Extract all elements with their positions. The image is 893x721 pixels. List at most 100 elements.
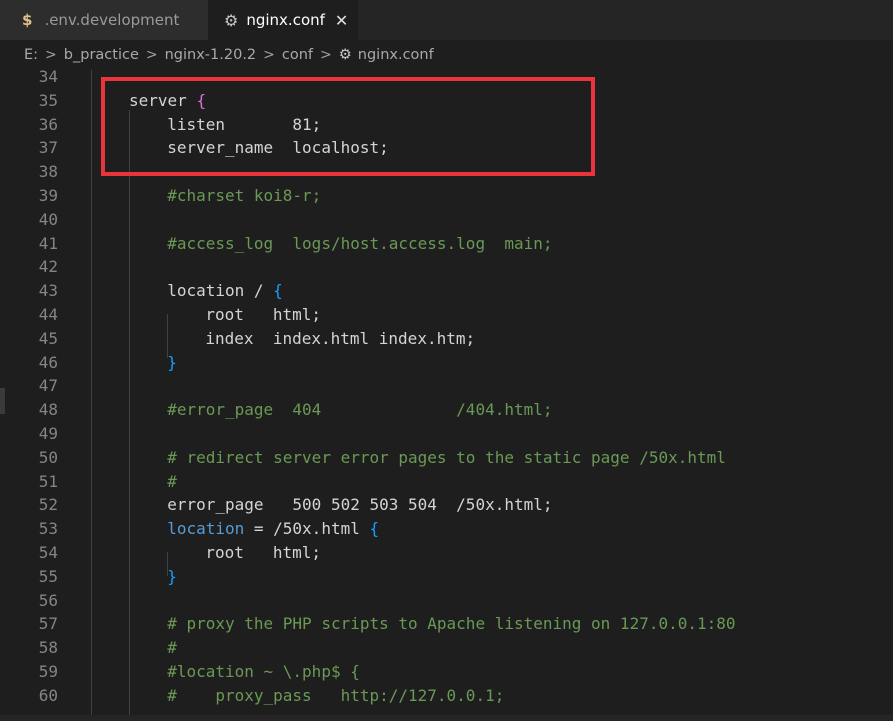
code-line[interactable]: 56 (0, 589, 893, 613)
line-code: #charset koi8-r; (167, 184, 321, 208)
line-code: # redirect server error pages to the sta… (167, 446, 726, 470)
line-number: 44 (38, 305, 58, 324)
code-token: #location ~ \.php$ { (167, 662, 360, 681)
code-line[interactable]: 39 #charset koi8-r; (0, 184, 893, 208)
line-number: 42 (38, 257, 58, 277)
line-number: 36 (38, 114, 58, 134)
line-number: 55 (38, 566, 58, 586)
breadcrumb-item-conf[interactable]: conf (282, 47, 313, 63)
code-line[interactable]: 40 (0, 208, 893, 232)
code-token: root html; (205, 543, 321, 562)
code-line[interactable]: 57 # proxy the PHP scripts to Apache list… (0, 612, 893, 636)
chevron-right-icon: > (320, 47, 332, 63)
line-code: index index.html index.htm; (205, 327, 475, 351)
line-number: 60 (38, 685, 58, 705)
line-number: 58 (38, 638, 58, 658)
line-number: 41 (38, 233, 58, 253)
code-line[interactable]: 45 index index.html index.htm; (0, 327, 893, 351)
code-token: index index.html index.htm; (205, 328, 476, 348)
line-code: location = /50x.html { (167, 517, 379, 541)
code-token: { (273, 281, 283, 301)
tab-nginx-conf[interactable]: ⚙ nginx.conf ✕ (208, 0, 358, 40)
tab-label: nginx.conf (246, 11, 325, 29)
line-number: 51 (38, 471, 58, 491)
status-bar (0, 715, 893, 721)
line-number: 48 (38, 400, 58, 420)
line-code: error_page 500 502 503 504 /50x.html; (167, 493, 552, 517)
line-code: } (167, 565, 177, 589)
code-token: = /50x.html (244, 519, 370, 539)
line-code: # proxy the PHP scripts to Apache listen… (167, 612, 735, 636)
line-number: 52 (38, 495, 58, 515)
line-code: # (167, 636, 177, 660)
breadcrumb-item-drive[interactable]: E: (24, 47, 38, 63)
line-number: 49 (38, 424, 58, 443)
line-code: root html; (205, 303, 321, 327)
tab-label: .env.development (44, 11, 180, 29)
line-code: root html; (205, 541, 321, 565)
code-line[interactable]: 42 (0, 255, 893, 279)
breadcrumb-item-b-practice[interactable]: b_practice (64, 47, 139, 63)
code-line[interactable]: 43 location / { (0, 279, 893, 303)
line-code: #access_log logs/host.access.log main; (167, 232, 552, 256)
code-token: { (369, 519, 380, 539)
code-token: # proxy_pass http://127.0.0.1; (167, 685, 505, 705)
code-token: # (167, 471, 177, 491)
line-code: location / { (167, 279, 283, 303)
code-token: } (167, 352, 177, 372)
breadcrumb-item-file[interactable]: nginx.conf (358, 47, 434, 63)
breadcrumb-item-nginx[interactable]: nginx-1.20.2 (165, 47, 257, 63)
chevron-right-icon: > (145, 47, 158, 63)
chevron-right-icon: > (263, 47, 275, 63)
line-code: } (167, 351, 177, 375)
code-line[interactable]: 44 root html; (0, 303, 893, 327)
line-number: 59 (38, 662, 58, 681)
code-line[interactable]: 50 # redirect server error pages to the s… (0, 446, 893, 470)
code-line[interactable]: 54 root html; (0, 541, 893, 565)
code-token: #charset koi8-r; (167, 186, 322, 205)
code-token: #access_log logs/host.access.log main; (167, 233, 553, 253)
code-token: error_page 500 502 503 504 /50x.html; (167, 495, 553, 515)
breadcrumb: E: > b_practice > nginx-1.20.2 > conf > … (0, 40, 893, 70)
line-code: #location ~ \.php$ { (167, 660, 360, 684)
tab-bar: $ .env.development ⚙ nginx.conf ✕ (0, 0, 893, 40)
code-line[interactable]: 48 #error_page 404 /404.html; (0, 398, 893, 422)
line-number: 47 (38, 376, 58, 396)
line-number: 40 (38, 209, 58, 229)
line-number: 43 (38, 281, 58, 301)
line-code: # (167, 470, 177, 494)
code-token: location / (167, 281, 274, 301)
code-line[interactable]: 59 #location ~ \.php$ { (0, 660, 893, 684)
code-token: root html; (205, 305, 321, 324)
gear-icon: ⚙ (338, 47, 352, 63)
line-code: #error_page 404 /404.html; (167, 398, 552, 422)
dollar-icon: $ (22, 11, 33, 29)
code-token: #error_page 404 /404.html; (167, 400, 553, 420)
chevron-right-icon: > (45, 47, 57, 63)
code-line[interactable]: 49 (0, 422, 893, 446)
code-line[interactable]: 51 # (0, 470, 893, 494)
gear-icon: ⚙ (224, 10, 239, 30)
code-line[interactable]: 47 (0, 374, 893, 398)
code-line[interactable]: 58 # (0, 636, 893, 660)
code-line[interactable]: 53 location = /50x.html { (0, 517, 893, 541)
line-code: # proxy_pass http://127.0.0.1; (167, 684, 504, 708)
code-line[interactable]: 55} (0, 565, 893, 589)
line-number: 53 (38, 519, 58, 539)
code-line[interactable]: 52 error_page 500 502 503 504 /50x.html; (0, 493, 893, 517)
line-number: 54 (38, 543, 58, 562)
line-number: 57 (38, 614, 58, 634)
line-number: 34 (38, 70, 58, 86)
line-number: 38 (38, 162, 58, 182)
code-token: # proxy the PHP scripts to Apache listen… (167, 614, 736, 634)
highlight-annotation-box (101, 77, 595, 176)
code-line[interactable]: 46} (0, 351, 893, 375)
code-token: # redirect server error pages to the sta… (167, 447, 726, 467)
tab-env-development[interactable]: $ .env.development (0, 0, 208, 40)
line-number: 50 (38, 447, 58, 467)
line-number: 35 (38, 90, 58, 110)
code-line[interactable]: 41 #access_log logs/host.access.log main; (0, 232, 893, 256)
line-number: 56 (38, 590, 58, 610)
code-line[interactable]: 60 # proxy_pass http://127.0.0.1; (0, 684, 893, 708)
close-icon[interactable]: ✕ (335, 11, 348, 30)
